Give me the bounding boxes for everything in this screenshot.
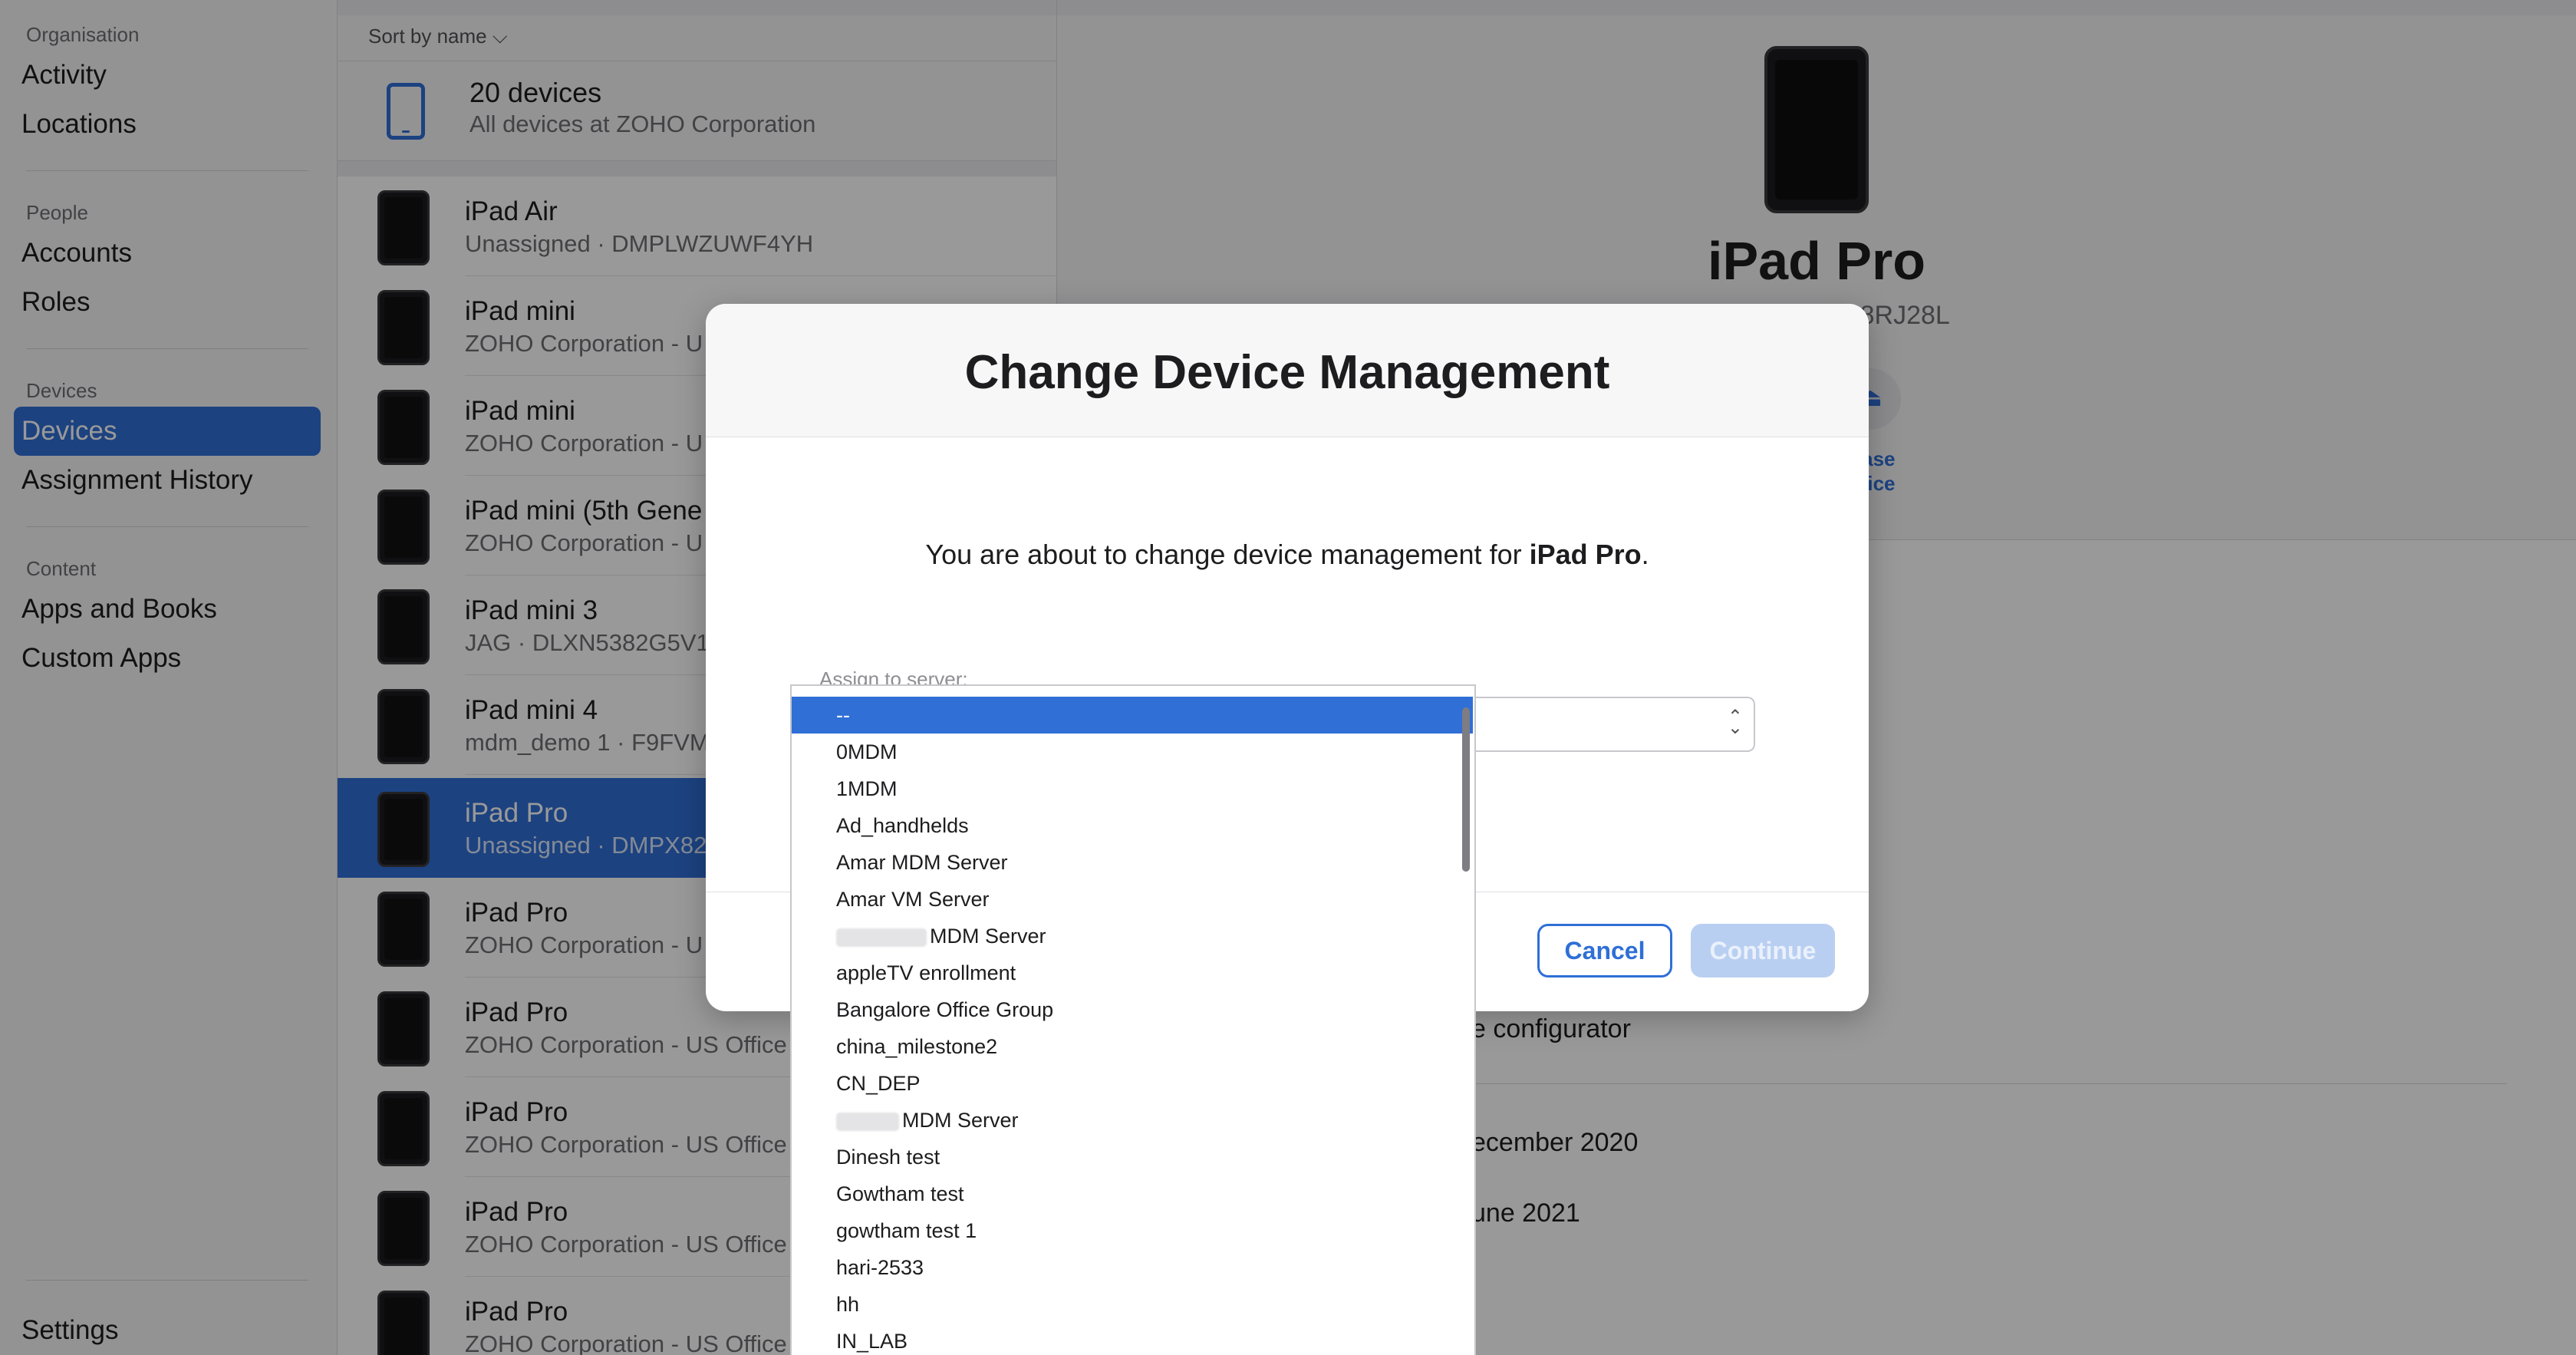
server-option[interactable]: hh	[792, 1286, 1473, 1323]
select-arrows-icon: ⌃ ⌄	[1727, 707, 1743, 738]
cancel-button[interactable]: Cancel	[1537, 924, 1672, 978]
server-option[interactable]: 1MDM	[792, 770, 1473, 807]
server-option[interactable]: china_milestone2	[792, 1028, 1473, 1065]
server-option[interactable]: hari-2533	[792, 1249, 1473, 1286]
server-dropdown-list[interactable]: -- 0MDM 1MDM Ad_handhelds Amar MDM Serve…	[790, 684, 1476, 1355]
server-select[interactable]: ⌃ ⌄	[1473, 697, 1755, 752]
server-option[interactable]: CN_DEP	[792, 1065, 1473, 1102]
dialog-header: Change Device Management	[706, 304, 1869, 437]
continue-button[interactable]: Continue	[1691, 924, 1835, 978]
server-option[interactable]: Amar MDM Server	[792, 844, 1473, 881]
server-option[interactable]: Amar VM Server	[792, 881, 1473, 918]
redacted-text	[836, 1112, 899, 1131]
server-option[interactable]: Dinesh test	[792, 1139, 1473, 1175]
server-option[interactable]: 0MDM	[792, 734, 1473, 770]
server-option[interactable]: appleTV enrollment	[792, 954, 1473, 991]
server-option[interactable]: MDM Server	[792, 918, 1473, 954]
dialog-message: You are about to change device managemen…	[925, 539, 1649, 570]
redacted-text	[836, 928, 927, 947]
dialog-title: Change Device Management	[964, 346, 1610, 399]
server-option[interactable]: Ad_handhelds	[792, 807, 1473, 844]
server-option[interactable]: Gowtham test	[792, 1175, 1473, 1212]
server-option[interactable]: Bangalore Office Group	[792, 991, 1473, 1028]
device-name-emphasis: iPad Pro	[1529, 539, 1642, 570]
server-option[interactable]: MDM Server	[792, 1102, 1473, 1139]
dropdown-scrollbar[interactable]	[1462, 707, 1470, 872]
server-option[interactable]: IN_LAB	[792, 1323, 1473, 1355]
server-option[interactable]: --	[792, 697, 1473, 734]
server-option[interactable]: gowtham test 1	[792, 1212, 1473, 1249]
